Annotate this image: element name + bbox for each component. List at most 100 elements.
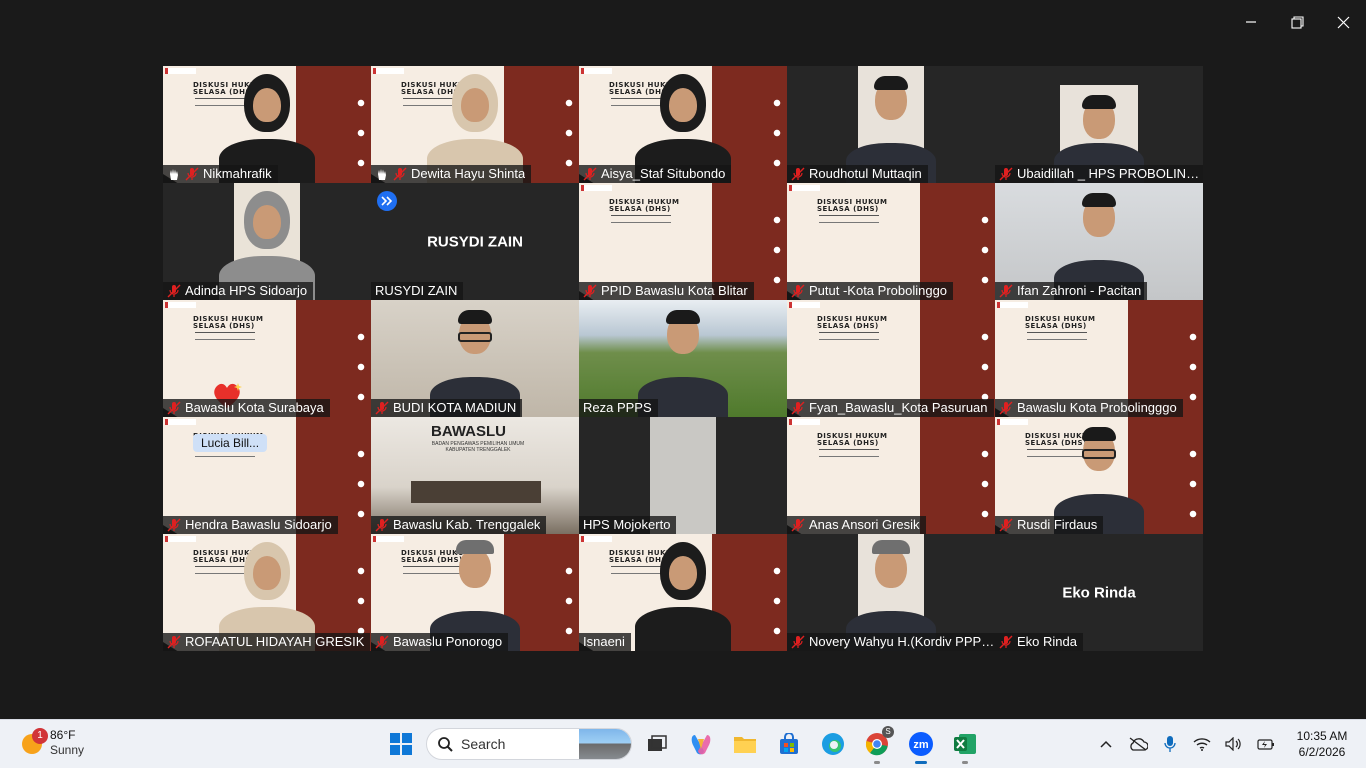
wifi-button[interactable]	[1186, 720, 1218, 768]
start-button[interactable]	[382, 726, 420, 762]
participant-tile[interactable]: DISKUSI HUKUM SELASA (DHS) ROFAATUL HIDAY…	[163, 534, 371, 651]
participant-nameplate: Bawaslu Kota Probolingggo	[995, 399, 1183, 417]
clock[interactable]: 10:35 AM 6/2/2026	[1282, 728, 1362, 760]
participant-nameplate: Fyan_Bawaslu_Kota Pasuruan	[787, 399, 994, 417]
participant-name: Eko Rinda	[1017, 634, 1077, 649]
mic-muted-icon	[791, 635, 805, 649]
participant-nameplate: Ifan Zahroni - Pacitan	[995, 282, 1148, 300]
restore-button[interactable]	[1274, 0, 1320, 44]
participant-nameplate: BUDI KOTA MADIUN	[371, 399, 523, 417]
participant-nameplate: Novery Wahyu H.(Kordiv PPPS...	[787, 633, 995, 651]
participant-tile[interactable]: Novery Wahyu H.(Kordiv PPPS...	[787, 534, 995, 651]
participant-name: PPID Bawaslu Kota Blitar	[601, 283, 748, 298]
participant-tile[interactable]: DISKUSI HUKUM SELASA (DHS) Isnaeni	[579, 534, 787, 651]
participant-name: Ifan Zahroni - Pacitan	[1017, 283, 1142, 298]
volume-button[interactable]	[1218, 720, 1250, 768]
microphone-icon	[1164, 736, 1176, 752]
participant-tile[interactable]: Roudhotul Muttaqin	[787, 66, 995, 183]
store-icon	[780, 733, 798, 754]
participant-nameplate: Rusdi Firdaus	[995, 516, 1104, 534]
participant-nameplate: Putut -Kota Probolinggo	[787, 282, 954, 300]
mic-muted-icon	[999, 635, 1013, 649]
participant-tile[interactable]: DISKUSI HUKUM SELASA (DHS) Putut -Kota Pr…	[787, 183, 995, 300]
participant-tile[interactable]: DISKUSI HUKUM SELASA (DHS) PPID Bawaslu K…	[579, 183, 787, 300]
svg-text:zm: zm	[913, 739, 929, 751]
microphone-button[interactable]	[1154, 720, 1186, 768]
mic-muted-icon	[999, 167, 1013, 181]
participant-tile[interactable]: DISKUSI HUKUM SELASA (DHS) Bawaslu Ponoro…	[371, 534, 579, 651]
participant-tile[interactable]: DISKUSI HUKUM SELASA (DHS) Fyan_Bawaslu_K…	[787, 300, 995, 417]
clock-date: 6/2/2026	[1298, 745, 1346, 759]
screen-share-badge[interactable]	[377, 191, 397, 211]
participant-tile[interactable]: DISKUSI HUKUM SELASA (DHS) Anas Ansori Gr…	[787, 417, 995, 534]
participant-tile[interactable]: DISKUSI HUKUM SELASA (DHS) Nikmahrafik	[163, 66, 371, 183]
participant-tile[interactable]: RUSYDI ZAIN RUSYDI ZAIN	[371, 183, 579, 300]
excel-icon	[954, 734, 976, 754]
task-view-button[interactable]	[638, 726, 676, 762]
gallery-view: DISKUSI HUKUM SELASA (DHS) Nikmahrafik DI…	[163, 66, 1203, 651]
minimize-button[interactable]	[1228, 0, 1274, 44]
file-explorer-button[interactable]	[726, 726, 764, 762]
participant-tile[interactable]: HPS Mojokerto	[579, 417, 787, 534]
participant-name: Isnaeni	[583, 634, 625, 649]
participant-name: Aisya_Staf Situbondo	[601, 166, 726, 181]
volume-icon	[1225, 737, 1241, 751]
zoom-button[interactable]: zm	[902, 726, 940, 764]
participant-tile[interactable]: Reza PPPS	[579, 300, 787, 417]
participant-name: Bawaslu Kota Probolingggo	[1017, 400, 1177, 415]
participant-tile[interactable]: Adinda HPS Sidoarjo	[163, 183, 371, 300]
battery-button[interactable]	[1250, 720, 1282, 768]
notification-badge: 1	[32, 728, 48, 744]
participant-name: Putut -Kota Probolinggo	[809, 283, 948, 298]
raised-hand-icon	[170, 169, 178, 180]
participant-name: Anas Ansori Gresik	[809, 517, 920, 532]
excel-button[interactable]	[946, 726, 984, 764]
participant-tile[interactable]: DISKUSI HUKUM SELASA (DHS) Bawaslu Kota P…	[995, 300, 1203, 417]
raised-hand-icon	[378, 169, 386, 180]
participant-tile[interactable]: DISKUSI HUKUM SELASA (DHS) Dewita Hayu Sh…	[371, 66, 579, 183]
participant-tile[interactable]: DISKUSI HUKUMSELASA (DHS) Lucia Bill...H…	[163, 417, 371, 534]
search-highlight-image	[579, 729, 631, 759]
mic-muted-icon	[393, 167, 407, 181]
participant-name: Bawaslu Kab. Trenggalek	[393, 517, 541, 532]
participant-tile[interactable]: Eko Rinda Eko Rinda	[995, 534, 1203, 651]
sun-icon: 1	[22, 728, 48, 754]
participant-tile[interactable]: DISKUSI HUKUM SELASA (DHS) Rusdi Firdaus	[995, 417, 1203, 534]
bawaslu-logo	[789, 302, 820, 308]
participant-nameplate: Roudhotul Muttaqin	[787, 165, 928, 183]
chrome-button[interactable]: S	[858, 726, 896, 764]
search-box[interactable]: Search	[426, 728, 632, 760]
slide-title: DISKUSI HUKUMSELASA (DHS)	[817, 198, 888, 213]
participant-tile[interactable]: DISKUSI HUKUM SELASA (DHS) Bawaslu Kota S…	[163, 300, 371, 417]
participant-name: Rusdi Firdaus	[1017, 517, 1098, 532]
edge-button[interactable]	[814, 726, 852, 762]
system-tray: 10:35 AM 6/2/2026	[1090, 720, 1366, 768]
tray-overflow-button[interactable]	[1090, 720, 1122, 768]
participant-name: Ubaidillah _ HPS PROBOLING...	[1017, 166, 1203, 181]
participant-nameplate: Isnaeni	[579, 633, 631, 651]
weather-temp: 86°F	[50, 728, 76, 742]
cloud-off-icon	[1129, 737, 1148, 751]
participant-tile[interactable]: BAWASLU BADAN PENGAWAS PEMILIHAN UMUM KA…	[371, 417, 579, 534]
participant-nameplate: ROFAATUL HIDAYAH GRESIK	[163, 633, 371, 651]
copilot-button[interactable]	[682, 726, 720, 762]
participant-name: Hendra Bawaslu Sidoarjo	[185, 517, 332, 532]
zoom-icon: zm	[909, 732, 933, 756]
participant-nameplate: Aisya_Staf Situbondo	[579, 165, 732, 183]
participant-nameplate: Hendra Bawaslu Sidoarjo	[163, 516, 338, 534]
room-banner-subtitle: BADAN PENGAWAS PEMILIHAN UMUM KABUPATEN …	[431, 441, 525, 453]
participant-name: ROFAATUL HIDAYAH GRESIK	[185, 634, 365, 649]
participant-tile[interactable]: BUDI KOTA MADIUN	[371, 300, 579, 417]
participant-tile[interactable]: Ifan Zahroni - Pacitan	[995, 183, 1203, 300]
wifi-icon	[1193, 738, 1211, 751]
participant-tile[interactable]: DISKUSI HUKUM SELASA (DHS) Aisya_Staf Sit…	[579, 66, 787, 183]
participant-tile[interactable]: Ubaidillah _ HPS PROBOLING...	[995, 66, 1203, 183]
participant-nameplate: Eko Rinda	[995, 633, 1083, 651]
mic-muted-icon	[791, 401, 805, 415]
participant-name: Reza PPPS	[583, 400, 652, 415]
weather-widget[interactable]: 1 86°F Sunny	[22, 728, 84, 758]
store-button[interactable]	[770, 726, 808, 762]
onedrive-button[interactable]	[1122, 720, 1154, 768]
close-button[interactable]	[1320, 0, 1366, 44]
participant-name: Adinda HPS Sidoarjo	[185, 283, 308, 298]
